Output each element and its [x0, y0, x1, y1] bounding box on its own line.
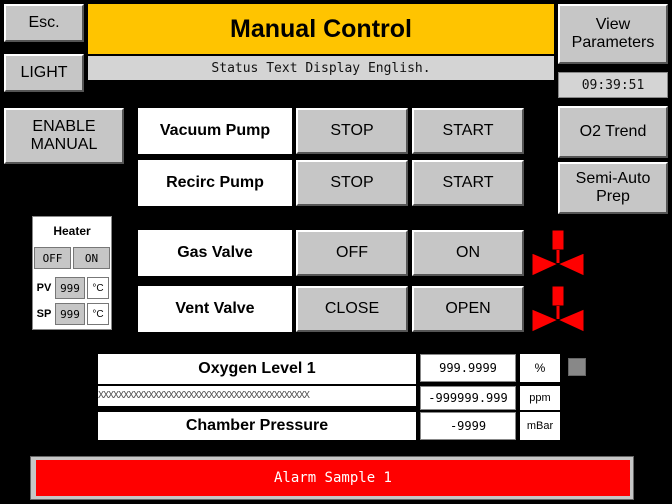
pv-label: PV — [36, 282, 52, 294]
oxygen-status-indicator — [568, 358, 586, 376]
oxygen-level-label: Oxygen Level 1 — [98, 354, 416, 384]
status-text-display: Status Text Display English. — [88, 56, 554, 80]
sp-value-input[interactable]: 999 — [55, 303, 85, 325]
recirc-pump-stop-button[interactable]: STOP — [295, 159, 409, 207]
o2-trend-button[interactable]: O2 Trend — [557, 105, 669, 159]
gas-valve-on-button[interactable]: ON — [411, 229, 525, 277]
alarm-banner[interactable]: Alarm Sample 1 — [36, 460, 630, 496]
semi-auto-prep-button[interactable]: Semi-Auto Prep — [557, 161, 669, 215]
heater-title: Heater — [53, 224, 91, 238]
pv-value: 999 — [55, 277, 85, 299]
light-button[interactable]: LIGHT — [3, 53, 85, 93]
enable-manual-button[interactable]: ENABLE MANUAL — [3, 107, 125, 165]
oxygen-percent-value: 999.9999 — [420, 354, 516, 382]
oxygen-bar-graph: XXXXXXXXXXXXXXXXXXXXXXXXXXXXXXXXXXXXXXXX… — [98, 386, 416, 406]
chamber-pressure-value: -9999 — [420, 412, 516, 440]
heater-on-button[interactable]: ON — [73, 247, 110, 269]
vent-valve-open-button[interactable]: OPEN — [411, 285, 525, 333]
vacuum-pump-label: Vacuum Pump — [138, 108, 292, 154]
chamber-pressure-label: Chamber Pressure — [98, 412, 416, 440]
vent-valve-icon — [531, 285, 585, 333]
heater-panel: Heater OFF ON PV 999 °C SP 999 °C — [32, 216, 112, 330]
heater-off-button[interactable]: OFF — [34, 247, 71, 269]
oxygen-ppm-value: -999999.999 — [420, 386, 516, 410]
sp-unit: °C — [87, 303, 109, 325]
gas-valve-off-button[interactable]: OFF — [295, 229, 409, 277]
gas-valve-label: Gas Valve — [138, 230, 292, 276]
view-parameters-button[interactable]: View Parameters — [557, 3, 669, 65]
vent-valve-close-button[interactable]: CLOSE — [295, 285, 409, 333]
recirc-pump-label: Recirc Pump — [138, 160, 292, 206]
ppm-unit: ppm — [520, 386, 560, 410]
pressure-unit: mBar — [520, 412, 560, 440]
page-title: Manual Control — [88, 4, 554, 54]
pv-unit: °C — [87, 277, 109, 299]
vent-valve-label: Vent Valve — [138, 286, 292, 332]
sp-label: SP — [36, 308, 52, 320]
recirc-pump-start-button[interactable]: START — [411, 159, 525, 207]
percent-unit: % — [520, 354, 560, 382]
gas-valve-icon — [531, 229, 585, 277]
vacuum-pump-start-button[interactable]: START — [411, 107, 525, 155]
clock-display: 09:39:51 — [558, 72, 668, 98]
esc-button[interactable]: Esc. — [3, 3, 85, 43]
vacuum-pump-stop-button[interactable]: STOP — [295, 107, 409, 155]
